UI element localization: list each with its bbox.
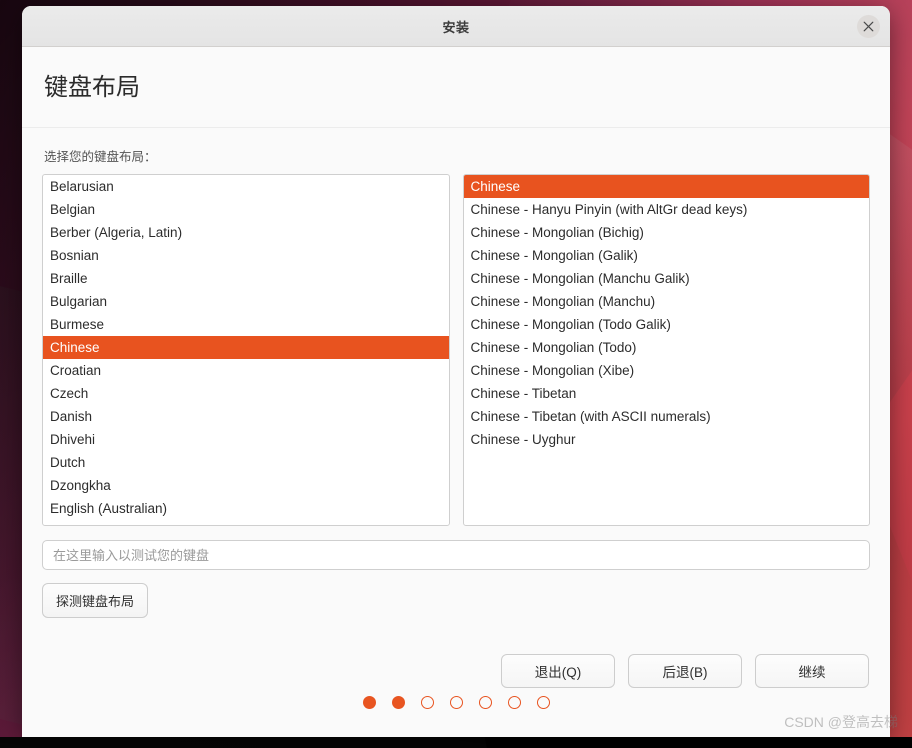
list-item[interactable]: Bosnian [43, 244, 449, 267]
pagination-dot[interactable] [362, 696, 376, 710]
back-button[interactable]: 后退(B) [628, 654, 742, 689]
bottom-black-bar [0, 737, 912, 748]
detect-row: 探测键盘布局 [42, 583, 870, 619]
pagination-dot[interactable] [536, 696, 550, 710]
desktop-background: 安装 键盘布局 选择您的键盘布局： Belarusian Belgian Berbe… [0, 0, 912, 748]
quit-button[interactable]: 退出(Q) [501, 654, 615, 689]
list-item[interactable]: Chinese - Mongolian (Galik) [464, 244, 870, 267]
action-buttons-row: 退出(Q) 后退(B) 继续 [42, 654, 870, 689]
list-item[interactable]: Chinese - Tibetan (with ASCII numerals) [464, 405, 870, 428]
layout-list-scroll[interactable]: Belarusian Belgian Berber (Algeria, Latin)… [43, 175, 449, 525]
list-item[interactable]: Belgian [43, 198, 449, 221]
list-item[interactable]: Braille [43, 267, 449, 290]
list-item[interactable]: Dutch [43, 451, 449, 474]
list-item[interactable]: Belarusian [43, 175, 449, 198]
list-item[interactable]: Croatian [43, 359, 449, 382]
list-item[interactable]: Chinese - Mongolian (Todo Galik) [464, 313, 870, 336]
list-item[interactable]: Chinese - Mongolian (Bichig) [464, 221, 870, 244]
list-item[interactable]: Chinese - Hanyu Pinyin (with AltGr dead … [464, 198, 870, 221]
list-item[interactable]: Chinese - Mongolian (Manchu) [464, 290, 870, 313]
list-item[interactable]: Chinese - Mongolian (Manchu Galik) [464, 267, 870, 290]
list-item[interactable]: Chinese [43, 336, 449, 360]
list-item[interactable]: Burmese [43, 313, 449, 336]
continue-button[interactable]: 继续 [755, 654, 869, 689]
list-item[interactable]: Dhivehi [43, 428, 449, 451]
page-header: 键盘布局 [22, 47, 890, 129]
list-item[interactable]: Chinese - Mongolian (Todo) [464, 336, 870, 359]
pagination-dot[interactable] [391, 696, 405, 710]
pagination-dots [42, 688, 870, 737]
window-title: 安装 [442, 19, 470, 35]
pagination-dot[interactable] [420, 696, 434, 710]
prompt-label: 选择您的键盘布局： [44, 150, 157, 165]
page-body: 选择您的键盘布局： Belarusian Belgian Berber (Alger… [22, 128, 890, 737]
list-item[interactable]: Chinese - Tibetan [464, 382, 870, 405]
installer-window: 安装 键盘布局 选择您的键盘布局： Belarusian Belgian Berbe… [22, 6, 890, 737]
detect-keyboard-button[interactable]: 探测键盘布局 [42, 583, 149, 619]
keyboard-layout-list[interactable]: Belarusian Belgian Berber (Algeria, Latin)… [42, 174, 450, 527]
list-item[interactable]: Chinese - Uyghur [464, 428, 870, 451]
page-title: 键盘布局 [44, 74, 140, 101]
window-title-bar: 安装 [22, 6, 890, 47]
keyboard-test-input[interactable] [42, 540, 870, 571]
pagination-dot[interactable] [478, 696, 492, 710]
variant-list-scroll[interactable]: Chinese Chinese - Hanyu Pinyin (with AltG… [463, 175, 870, 525]
list-item[interactable]: Berber (Algeria, Latin) [43, 221, 449, 244]
keyboard-lists-row: Belarusian Belgian Berber (Algeria, Latin)… [42, 174, 870, 527]
list-item[interactable]: Chinese [463, 175, 869, 199]
list-item[interactable]: English (Australian) [43, 497, 449, 520]
list-item[interactable]: Bulgarian [43, 290, 449, 313]
pagination-dot[interactable] [507, 696, 521, 710]
list-item[interactable]: Danish [43, 405, 449, 428]
keyboard-variant-list[interactable]: Chinese Chinese - Hanyu Pinyin (with AltG… [462, 174, 870, 527]
close-icon[interactable] [857, 15, 880, 38]
list-item[interactable]: Chinese - Mongolian (Xibe) [464, 359, 870, 382]
pagination-dot[interactable] [449, 696, 463, 710]
list-item[interactable]: Dzongkha [43, 474, 449, 497]
list-item[interactable]: Czech [43, 382, 449, 405]
